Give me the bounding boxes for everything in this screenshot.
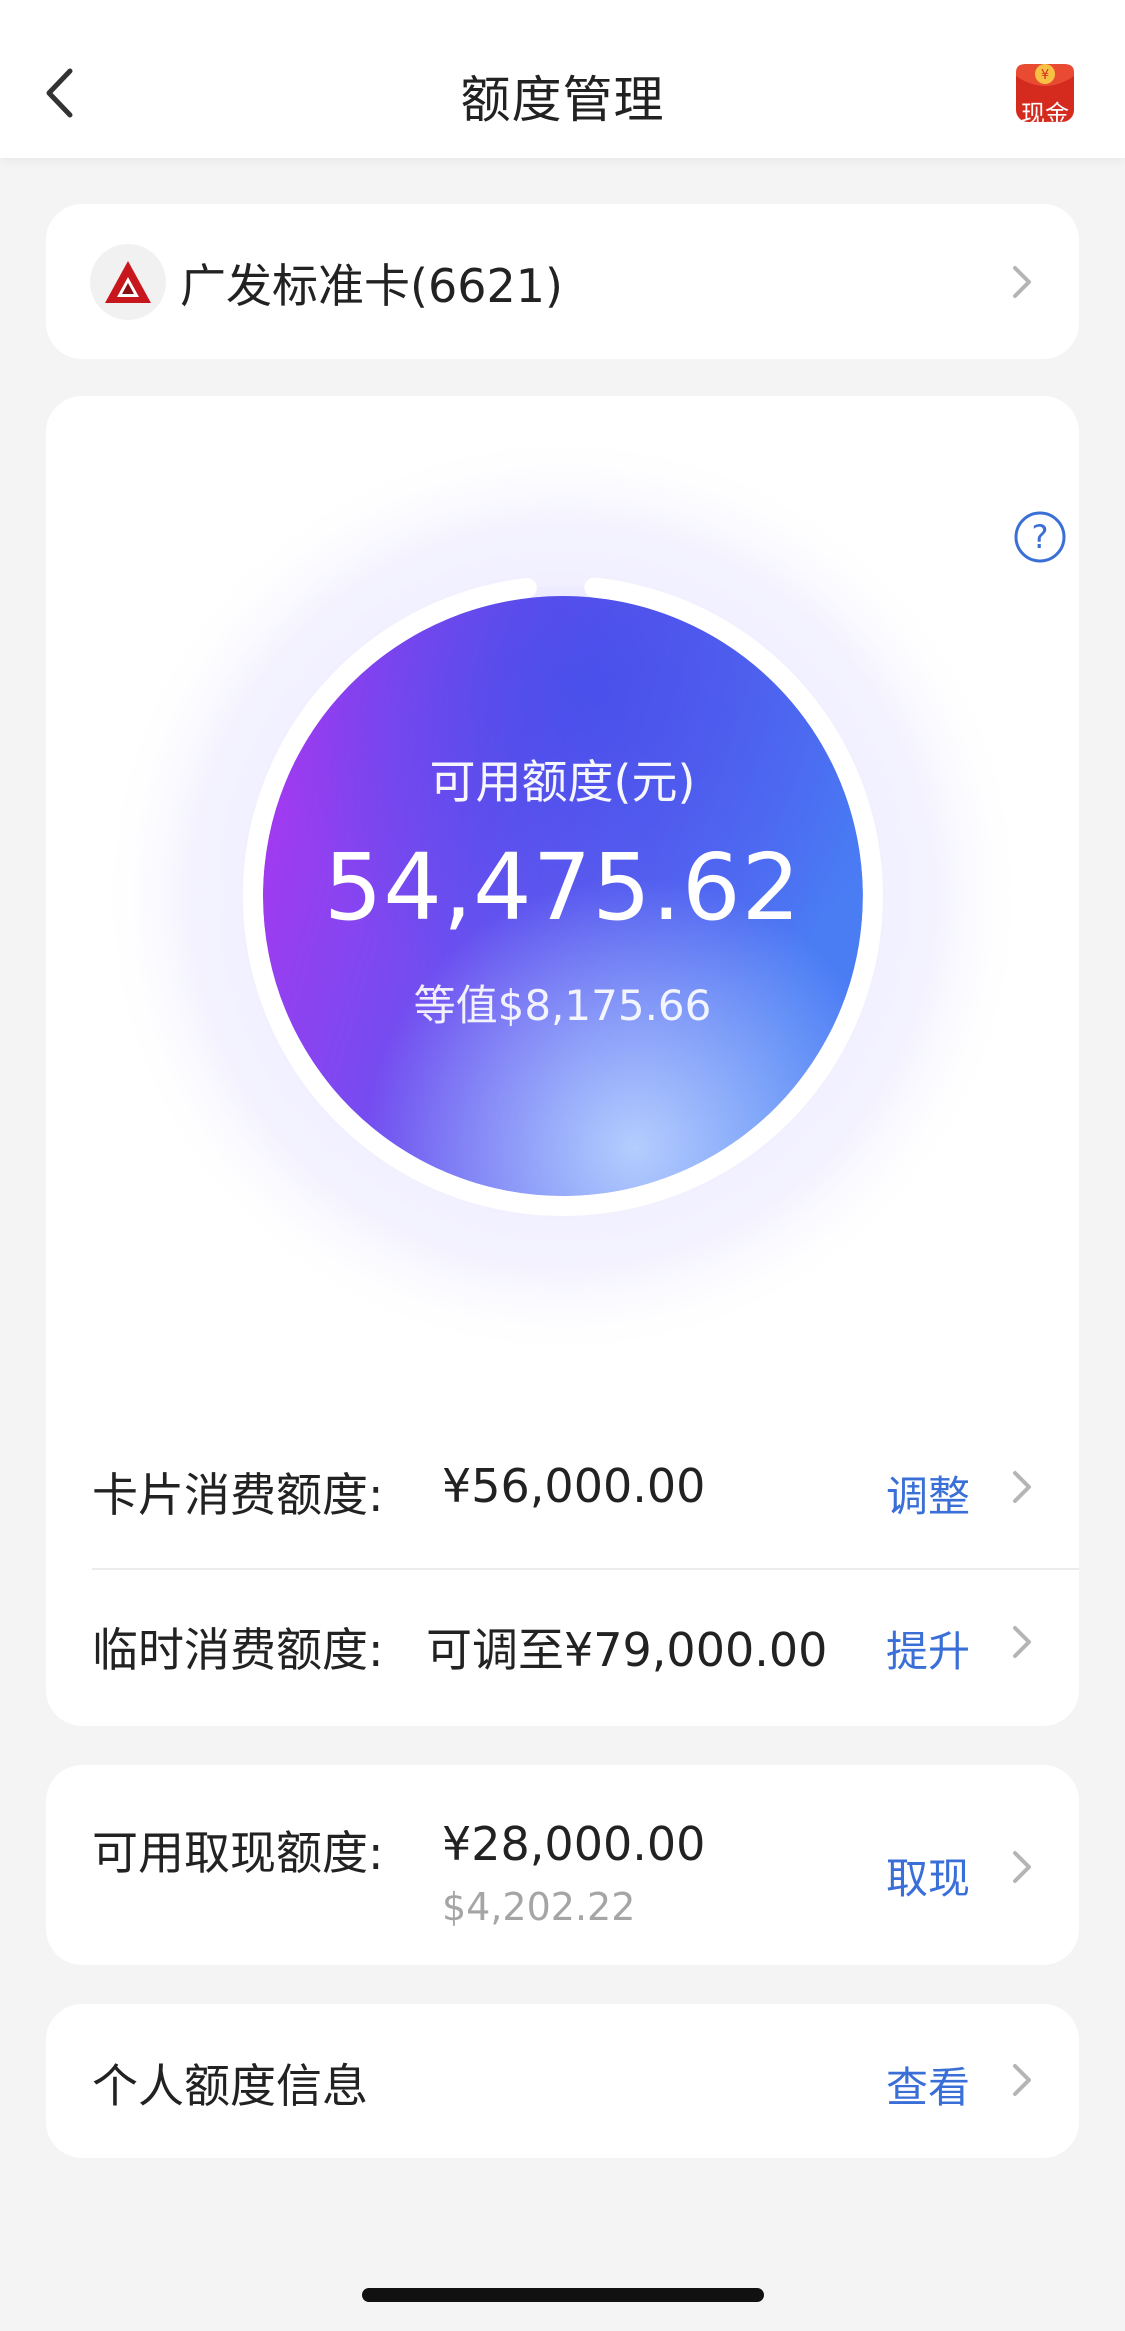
cgb-bank-logo-icon	[105, 261, 151, 303]
home-indicator	[362, 2288, 764, 2302]
card-name: 广发标准卡(6621)	[180, 259, 563, 313]
card-selector[interactable]: 广发标准卡(6621)	[46, 204, 1079, 359]
withdraw-button[interactable]: 取现	[886, 1845, 970, 1906]
chevron-right-icon	[1007, 1467, 1037, 1507]
chevron-right-icon	[1007, 1622, 1037, 1662]
chevron-right-icon	[1007, 262, 1037, 302]
temporary-limit-label: 临时消费额度:	[92, 1623, 384, 1677]
raise-button[interactable]: 提升	[886, 1618, 970, 1679]
credit-limit-card: ? 可用额度(元) 54,475.62 等值$8,175.66 卡片消费额度: …	[46, 396, 1079, 1726]
available-limit-equivalent: 等值$8,175.66	[413, 981, 712, 1030]
navigation-bar: 额度管理 ¥	[0, 0, 1125, 158]
cash-limit-card[interactable]: 可用取现额度: ¥28,000.00 $4,202.22 取现	[46, 1765, 1079, 1965]
bank-logo	[90, 244, 166, 320]
consumption-limit-label: 卡片消费额度:	[92, 1468, 384, 1522]
help-icon[interactable]: ?	[1013, 510, 1067, 564]
svg-text:¥: ¥	[1041, 68, 1049, 83]
chevron-right-icon	[1007, 1847, 1037, 1887]
divider	[92, 1568, 1079, 1570]
cash-limit-usd-value: $4,202.22	[442, 1885, 636, 1929]
consumption-limit-value: ¥56,000.00	[442, 1459, 706, 1513]
personal-limit-card[interactable]: 个人额度信息 查看	[46, 2004, 1079, 2158]
cash-limit-value: ¥28,000.00	[442, 1817, 706, 1871]
page-title: 额度管理	[460, 71, 665, 129]
available-limit-title: 可用额度(元)	[429, 755, 696, 809]
cash-badge-label: 现金	[1021, 100, 1069, 128]
available-limit-amount: 54,475.62	[323, 834, 802, 941]
chevron-right-icon	[1007, 2060, 1037, 2100]
temporary-limit-value: 可调至¥79,000.00	[426, 1623, 828, 1677]
cash-limit-label: 可用取现额度:	[92, 1826, 384, 1880]
adjust-button[interactable]: 调整	[886, 1463, 970, 1524]
consumption-limit-row[interactable]: 卡片消费额度: ¥56,000.00 调整	[46, 1441, 1079, 1531]
view-button[interactable]: 查看	[886, 2054, 970, 2115]
personal-limit-label: 个人额度信息	[92, 2059, 368, 2113]
temporary-limit-row[interactable]: 临时消费额度: 可调至¥79,000.00 提升	[46, 1596, 1079, 1686]
svg-text:?: ?	[1032, 518, 1049, 556]
